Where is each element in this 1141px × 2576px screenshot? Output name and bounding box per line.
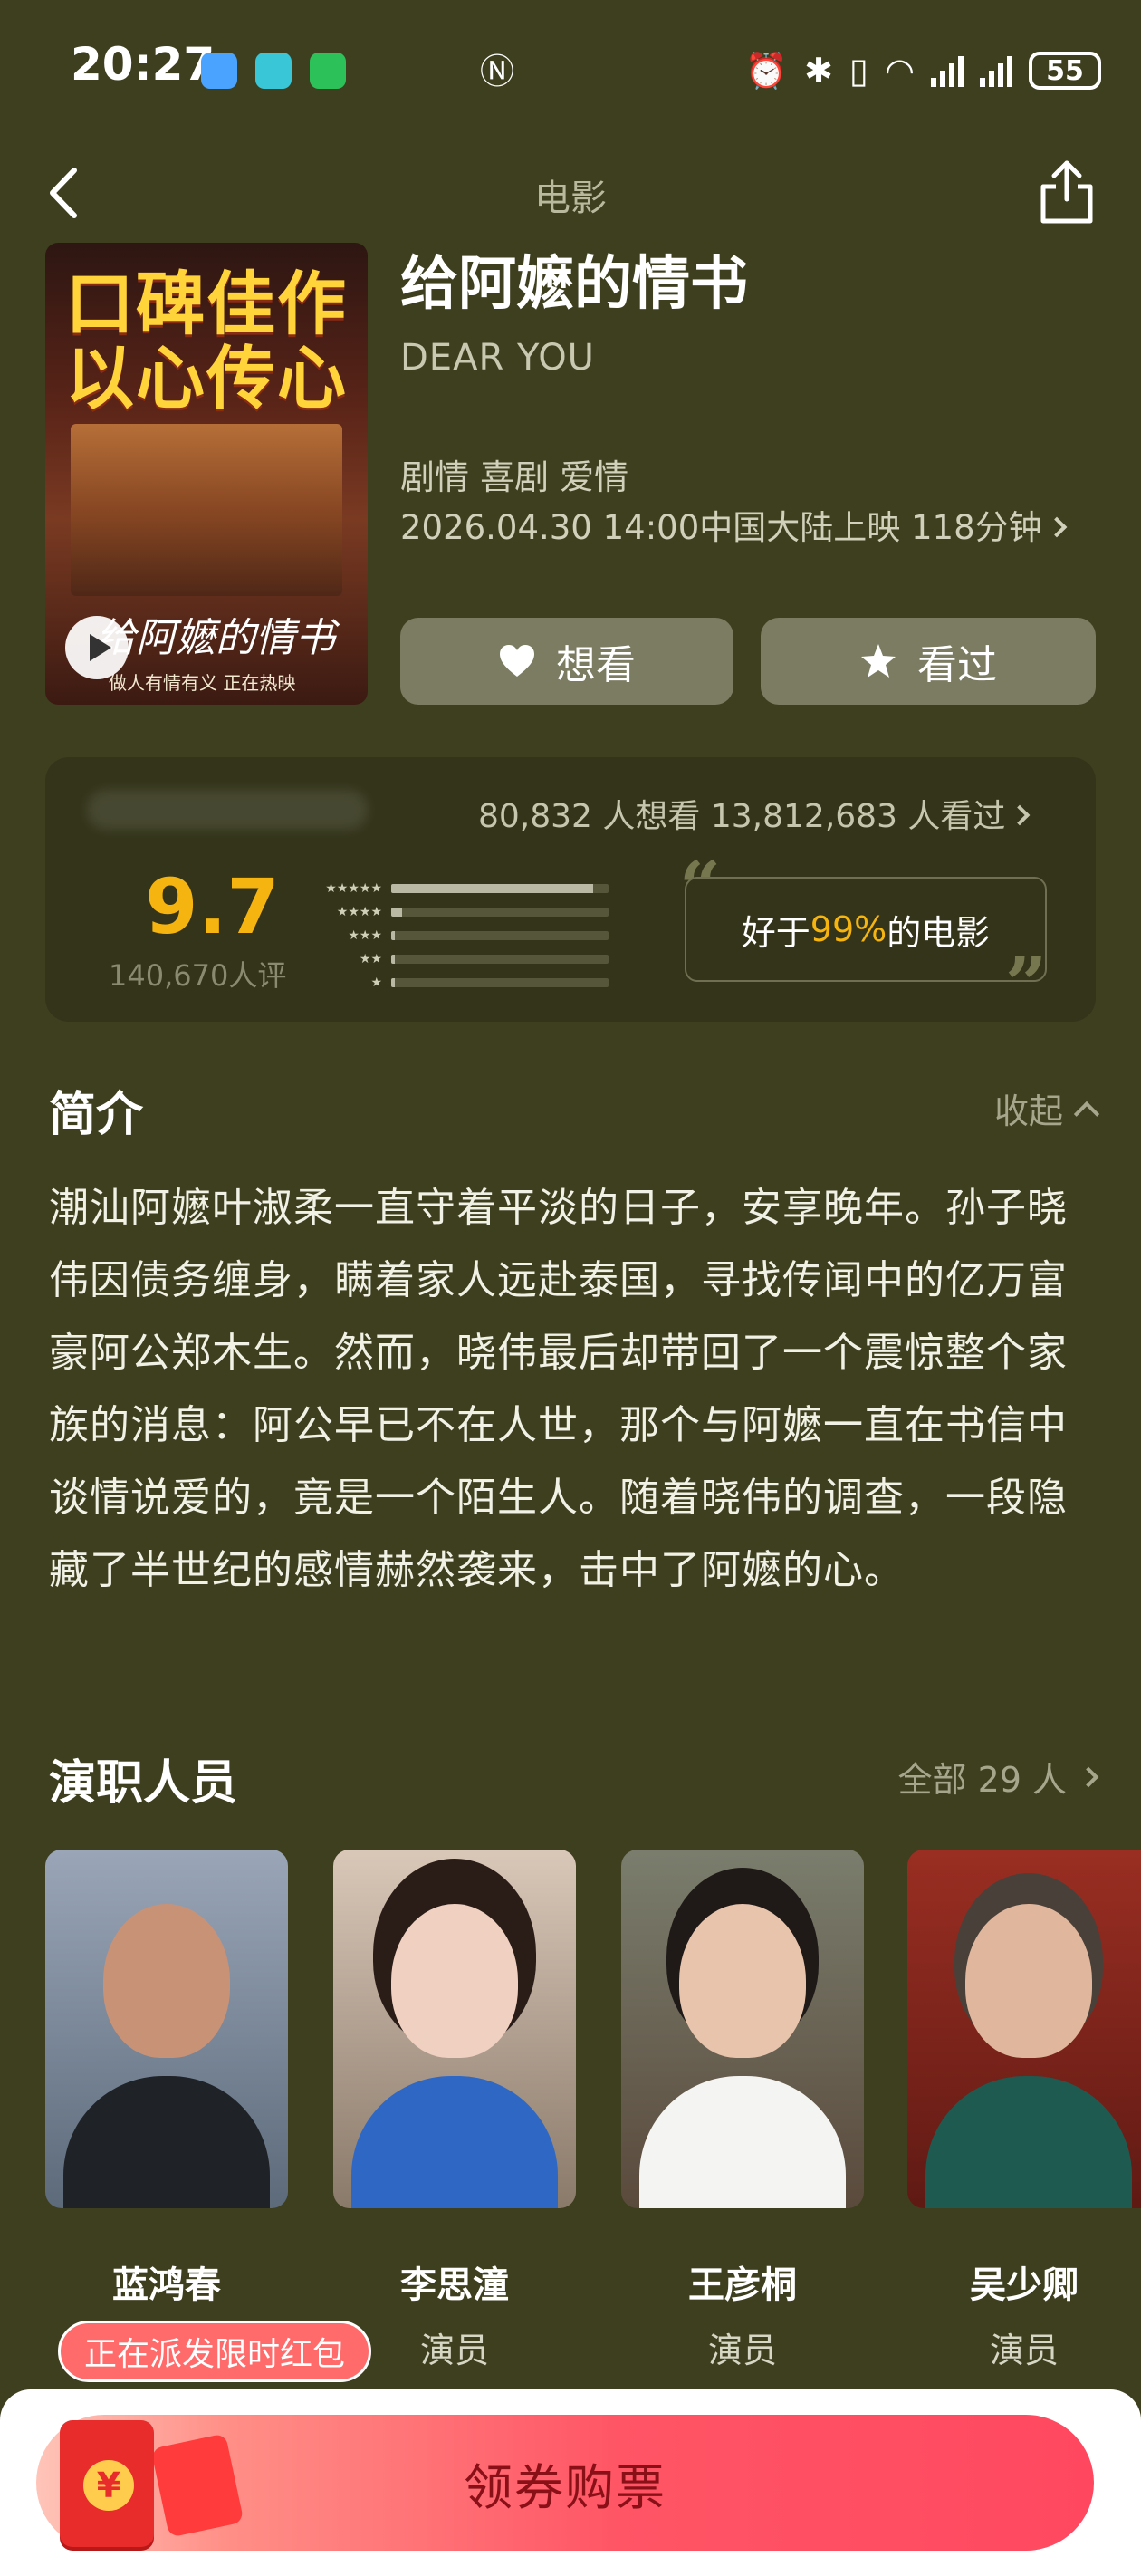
status-right-group: ⏰ ✱ ▯ ◠ 55: [745, 45, 1101, 96]
synopsis-title: 简介: [49, 1088, 144, 1142]
share-icon: [1040, 160, 1093, 224]
rating-bar-fill: [391, 908, 402, 917]
star-level-icon: ★★★★★: [325, 881, 382, 896]
want-label: 想看: [556, 642, 636, 688]
compare-suffix: 的电影: [887, 912, 991, 953]
movie-title: 给阿嬷的情书: [400, 251, 748, 318]
want-seen-counts[interactable]: 80,832 人想看 13,812,683 人看过: [478, 790, 1031, 837]
synopsis-text: 潮汕阿嬷叶淑柔一直守着平淡的日子，安享晚年。孙子晓伟因债务缠身，瞒着家人远赴泰国…: [49, 1185, 1068, 1593]
rating-count: 140,670人评: [109, 958, 287, 993]
rating-distribution-row: ★★: [306, 947, 623, 971]
cast-photo[interactable]: [333, 1850, 576, 2208]
star-level-icon: ★★: [359, 952, 382, 966]
rating-bar-track: [391, 884, 609, 893]
cast-name: 吴少卿: [970, 2264, 1079, 2306]
rating-bar-track: [391, 908, 609, 917]
cast-name: 蓝鸿春: [112, 2264, 221, 2306]
rating-bar-fill: [391, 955, 395, 964]
star-level-icon: ★★★: [348, 928, 382, 943]
poster-title-script: 给阿嬷的情书: [96, 615, 335, 661]
star-level-icon: ★: [370, 976, 382, 990]
movie-release-info[interactable]: 2026.04.30 14:00中国大陆上映 118分钟: [400, 500, 1067, 549]
seen-label: 看过: [917, 642, 997, 688]
cast-title: 演职人员: [49, 1756, 238, 1811]
cast-all-link[interactable]: 全部 29 人: [897, 1752, 1099, 1802]
rating-bar-fill: [391, 978, 395, 987]
cast-name: 王彦桐: [688, 2264, 797, 2306]
cast-photo[interactable]: [45, 1850, 288, 2208]
play-trailer-icon[interactable]: [65, 616, 129, 679]
cast-all-label: 全部 29 人: [897, 1760, 1067, 1800]
wechat-notification-icon: [310, 53, 346, 89]
rating-bar-fill: [391, 931, 395, 940]
signal-1-icon: [931, 54, 964, 87]
app-notification-icon: [201, 53, 237, 89]
star-level-icon: ★★★★: [336, 905, 382, 919]
rating-distribution-row: ★★★: [306, 924, 623, 947]
coin-icon: ¥: [83, 2460, 134, 2511]
blurred-rating-source: [87, 790, 368, 830]
rating-bar-track: [391, 978, 609, 987]
cast-name: 李思潼: [400, 2264, 509, 2306]
cast-photo[interactable]: [621, 1850, 864, 2208]
promo-badge[interactable]: 正在派发限时红包: [58, 2321, 372, 2382]
status-time: 20:27: [71, 38, 216, 91]
rating-score: 9.7: [145, 862, 280, 951]
share-button[interactable]: [1032, 156, 1101, 228]
chevron-right-icon: [1010, 804, 1031, 826]
rating-bar-track: [391, 931, 609, 940]
buy-ticket-label: 领券购票: [464, 2458, 666, 2516]
rating-distribution-row: ★: [306, 971, 623, 995]
red-envelope-icon[interactable]: ¥: [43, 2404, 244, 2563]
watched-button[interactable]: 看过: [761, 618, 1096, 705]
rating-comparison: 好于 99% 的电影: [685, 877, 1047, 982]
want-to-watch-button[interactable]: 想看: [400, 618, 734, 705]
poster-headline-2: 以心传心: [65, 338, 348, 418]
wifi-icon: ◠: [884, 51, 915, 91]
movie-english-title: DEAR YOU: [400, 337, 595, 379]
heart-icon: [500, 645, 534, 677]
movie-genres: 剧情 喜剧 爱情: [400, 457, 629, 497]
poster-tagline: 做人有情有义 正在热映: [109, 672, 296, 694]
star-icon: [861, 644, 896, 678]
signal-2-icon: [980, 54, 1012, 87]
chevron-right-icon: [1046, 516, 1067, 537]
chevron-right-icon: [1078, 1766, 1099, 1787]
chevron-up-icon: [1073, 1101, 1100, 1127]
poster-scene-image: [71, 424, 342, 596]
rating-distribution-row: ★★★★: [306, 900, 623, 924]
release-text: 2026.04.30 14:00中国大陆上映 118分钟: [400, 508, 1042, 547]
rating-bar-fill: [391, 884, 594, 893]
compare-prefix: 好于: [741, 912, 810, 953]
cast-photo[interactable]: [907, 1850, 1141, 2208]
rating-bar-track: [391, 955, 609, 964]
counts-text: 80,832 人想看 13,812,683 人看过: [478, 798, 1006, 835]
synopsis-collapse-toggle[interactable]: 收起: [993, 1083, 1100, 1133]
compare-percent: 99%: [810, 909, 887, 949]
download-notification-icon: [255, 53, 292, 89]
vibrate-icon: ▯: [849, 51, 868, 91]
page-title: 电影: [534, 178, 607, 219]
cast-role: 演员: [989, 2331, 1059, 2370]
rating-distribution: ★★★★★ ★★★★ ★★★ ★★ ★: [306, 877, 623, 995]
bluetooth-icon: ✱: [804, 51, 833, 91]
collapse-label: 收起: [993, 1091, 1063, 1131]
movie-poster[interactable]: 口碑佳作 以心传心 给阿嬷的情书 做人有情有义 正在热映: [45, 243, 368, 705]
battery-icon: 55: [1029, 52, 1101, 90]
cast-role: 演员: [707, 2331, 777, 2370]
rating-distribution-row: ★★★★★: [306, 877, 623, 900]
nfc-icon: Ⓝ: [480, 52, 515, 91]
quote-close-icon: ”: [1005, 941, 1048, 1026]
status-bar: 20:27 Ⓝ ⏰ ✱ ▯ ◠ 55: [0, 0, 1141, 136]
alarm-icon: ⏰: [744, 50, 789, 91]
